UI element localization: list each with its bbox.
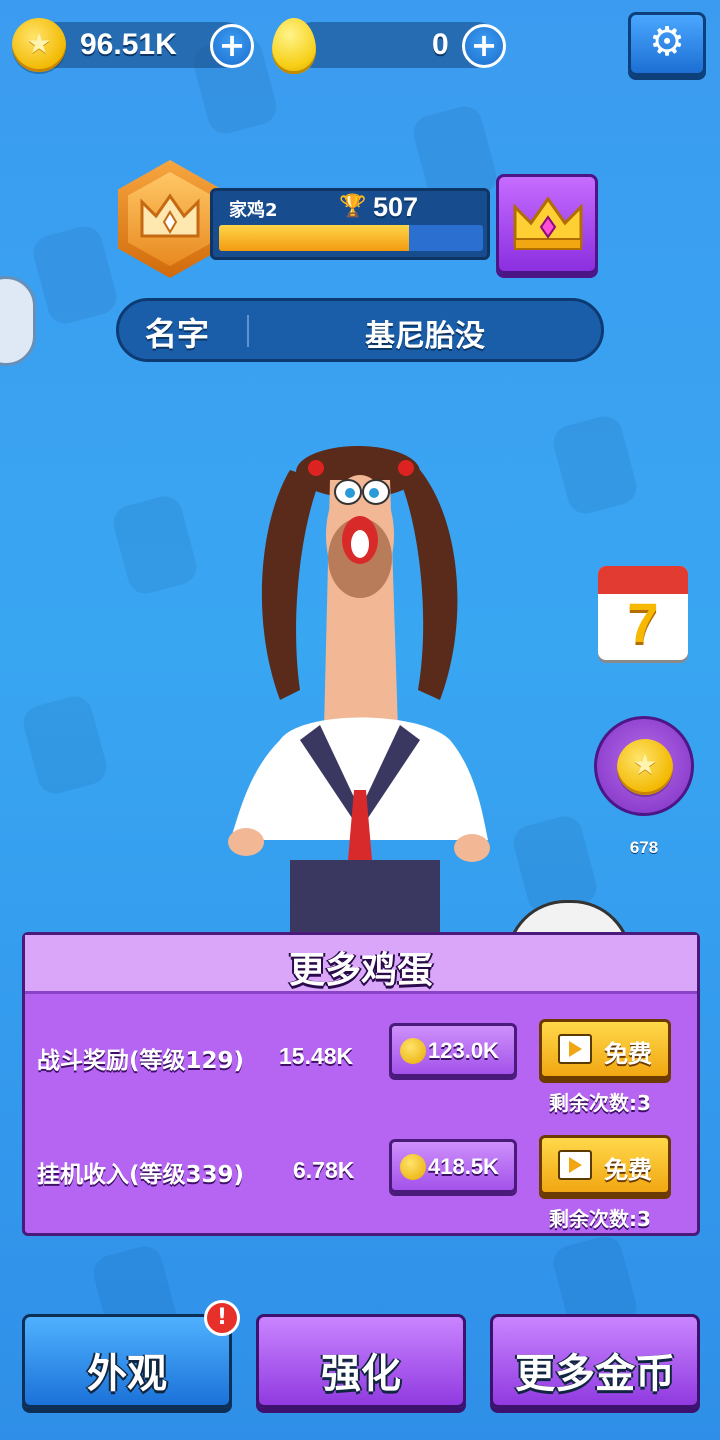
panel-title: 更多鸡蛋 (288, 950, 433, 991)
chicken-character (228, 446, 490, 940)
rank-progress-track (219, 225, 483, 251)
gear-icon: ⚙ (649, 19, 685, 65)
appearance-button[interactable]: 外观 (22, 1314, 232, 1408)
vip-crown-button[interactable] (496, 174, 598, 274)
battle-reward-price: 123.0K (428, 1038, 499, 1063)
rank-progress-panel: 家鸡2 🏆 507 (210, 188, 490, 260)
trophy-icon: 🏆 (339, 194, 367, 219)
video-play-icon (558, 1150, 592, 1180)
coin-reward-button[interactable]: ★ (594, 716, 694, 816)
free-label: 免费 (604, 1040, 652, 1068)
idle-income-amount: 6.78K (293, 1157, 355, 1183)
daily-calendar-button[interactable]: 7 (598, 566, 688, 660)
player-name-bar[interactable]: 名字 基尼胎没 (116, 298, 604, 362)
coin-icon: ★ (12, 18, 66, 72)
add-coins-button[interactable]: + (210, 24, 254, 68)
crown-icon (140, 193, 200, 238)
settings-button[interactable]: ⚙ (628, 12, 706, 76)
appearance-label: 外观 (87, 1351, 167, 1397)
more-coins-label: 更多金币 (515, 1351, 675, 1397)
battle-reward-buy-button[interactable]: 123.0K (389, 1023, 517, 1077)
idle-income-price: 418.5K (428, 1154, 499, 1179)
coin-reward-count: 678 (629, 838, 659, 857)
more-coins-button[interactable]: 更多金币 (490, 1314, 700, 1408)
idle-income-remaining: 剩余次数:3 (549, 1207, 651, 1231)
calendar-day: 7 (627, 591, 659, 654)
coin-icon (400, 1038, 426, 1064)
battle-reward-label: 战斗奖励(等级129) (37, 1048, 245, 1074)
egg-balance: 0 (432, 28, 449, 61)
rank-progress-fill (219, 225, 410, 251)
free-label: 免费 (604, 1156, 652, 1184)
battle-reward-remaining: 剩余次数:3 (549, 1091, 651, 1115)
idle-income-free-button[interactable]: 免费 (539, 1135, 671, 1195)
battle-reward-free-button[interactable]: 免费 (539, 1019, 671, 1079)
trophy-count: 507 (373, 192, 419, 222)
golden-egg-icon (272, 18, 316, 74)
player-name: 基尼胎没 (365, 319, 485, 354)
upgrade-button[interactable]: 强化 (256, 1314, 466, 1408)
appearance-alert-badge: ! (204, 1300, 240, 1336)
idle-income-buy-button[interactable]: 418.5K (389, 1139, 517, 1193)
video-play-icon (558, 1034, 592, 1064)
more-eggs-panel: 更多鸡蛋 战斗奖励(等级129) 15.48K 123.0K 免费 剩余次数:3… (22, 932, 700, 1236)
coin-icon: ★ (617, 739, 673, 795)
battle-reward-amount: 15.48K (279, 1043, 354, 1069)
name-label: 名字 (145, 315, 210, 353)
idle-income-label: 挂机收入(等级339) (37, 1162, 245, 1188)
coin-balance: 96.51K (80, 28, 177, 61)
panda-event-icon[interactable] (0, 276, 36, 366)
coin-icon (400, 1154, 426, 1180)
upgrade-label: 强化 (321, 1351, 401, 1397)
panel-header: 更多鸡蛋 (25, 935, 697, 994)
rank-level-name: 家鸡2 (229, 200, 278, 221)
gold-crown-icon (513, 196, 583, 250)
add-eggs-button[interactable]: + (462, 24, 506, 68)
